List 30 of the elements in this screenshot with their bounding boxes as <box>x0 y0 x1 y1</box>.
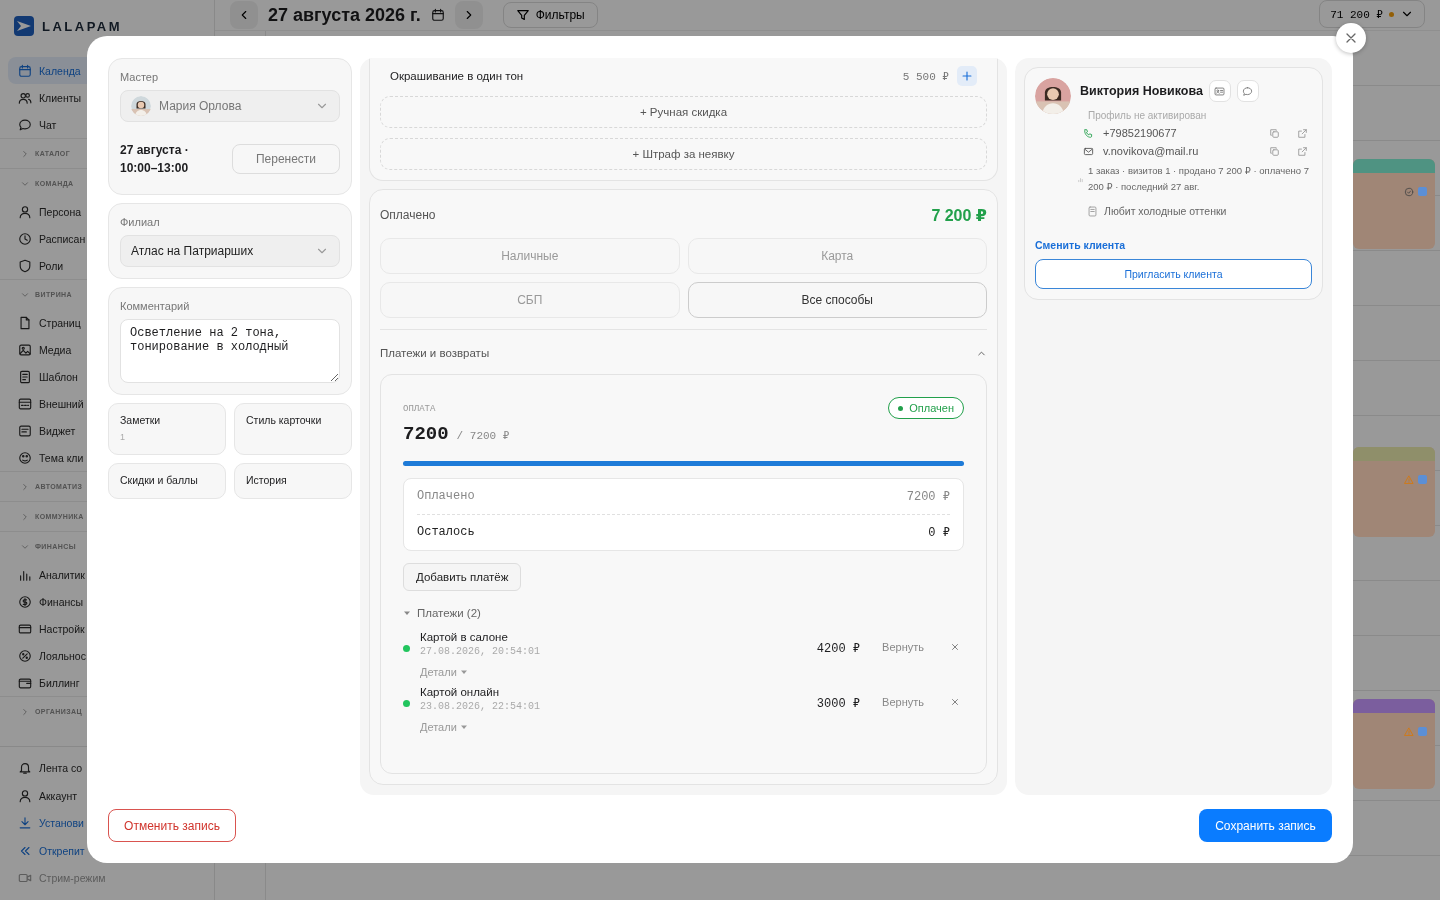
paid-label: Оплачено <box>380 208 436 222</box>
payment-date: 27.08.2026, 20:54:01 <box>420 646 541 657</box>
due-total: / 7200 ₽ <box>456 429 510 442</box>
payment-amount: 3000 ₽ <box>816 696 861 711</box>
field-label: Мастер <box>120 71 160 83</box>
service-price: 5 500 ₽ <box>902 69 949 83</box>
payment-name: Картой в салоне <box>420 631 508 643</box>
field-label: Филиал <box>120 216 161 228</box>
date-title: 27 августа 2026 г. <box>268 4 421 26</box>
field-label: Комментарий <box>120 300 191 312</box>
client-name: Виктория Новикова <box>1080 84 1203 98</box>
status-badge: Оплачен <box>888 397 964 419</box>
client-stats: 1 заказ · визитов 1 · продано 7 200 ₽ · оплачено 7 200 ₽ · последний 27 авг. <box>1088 164 1310 194</box>
summary-value: 0 ₽ <box>928 525 950 540</box>
phone-number: +79852190677 <box>1103 127 1178 139</box>
email-address: v.novikova@mail.ru <box>1103 145 1200 157</box>
payment-date: 23.08.2026, 22:54:01 <box>420 701 541 712</box>
profile-status: Профиль не активирован <box>1087 110 1208 121</box>
service-name: Окрашивание в один тон <box>390 70 525 82</box>
payment-amount: 4200 ₽ <box>816 641 861 656</box>
summary-label: Оплачено <box>417 489 475 504</box>
payment-name: Картой онлайн <box>420 686 500 698</box>
logo-text: LALAPAM <box>42 18 123 34</box>
appointment-time: 27 августа · 10:00–13:00 <box>120 142 190 177</box>
paid-amount: 7 200 ₽ <box>931 205 987 225</box>
summary-label: Осталось <box>417 525 475 540</box>
section-caption: ОПЛАТА <box>403 404 436 414</box>
summary-value: 7200 ₽ <box>906 489 950 504</box>
client-note: Любит холодные оттенки <box>1104 205 1227 217</box>
paid-total: 7200 <box>403 423 449 445</box>
